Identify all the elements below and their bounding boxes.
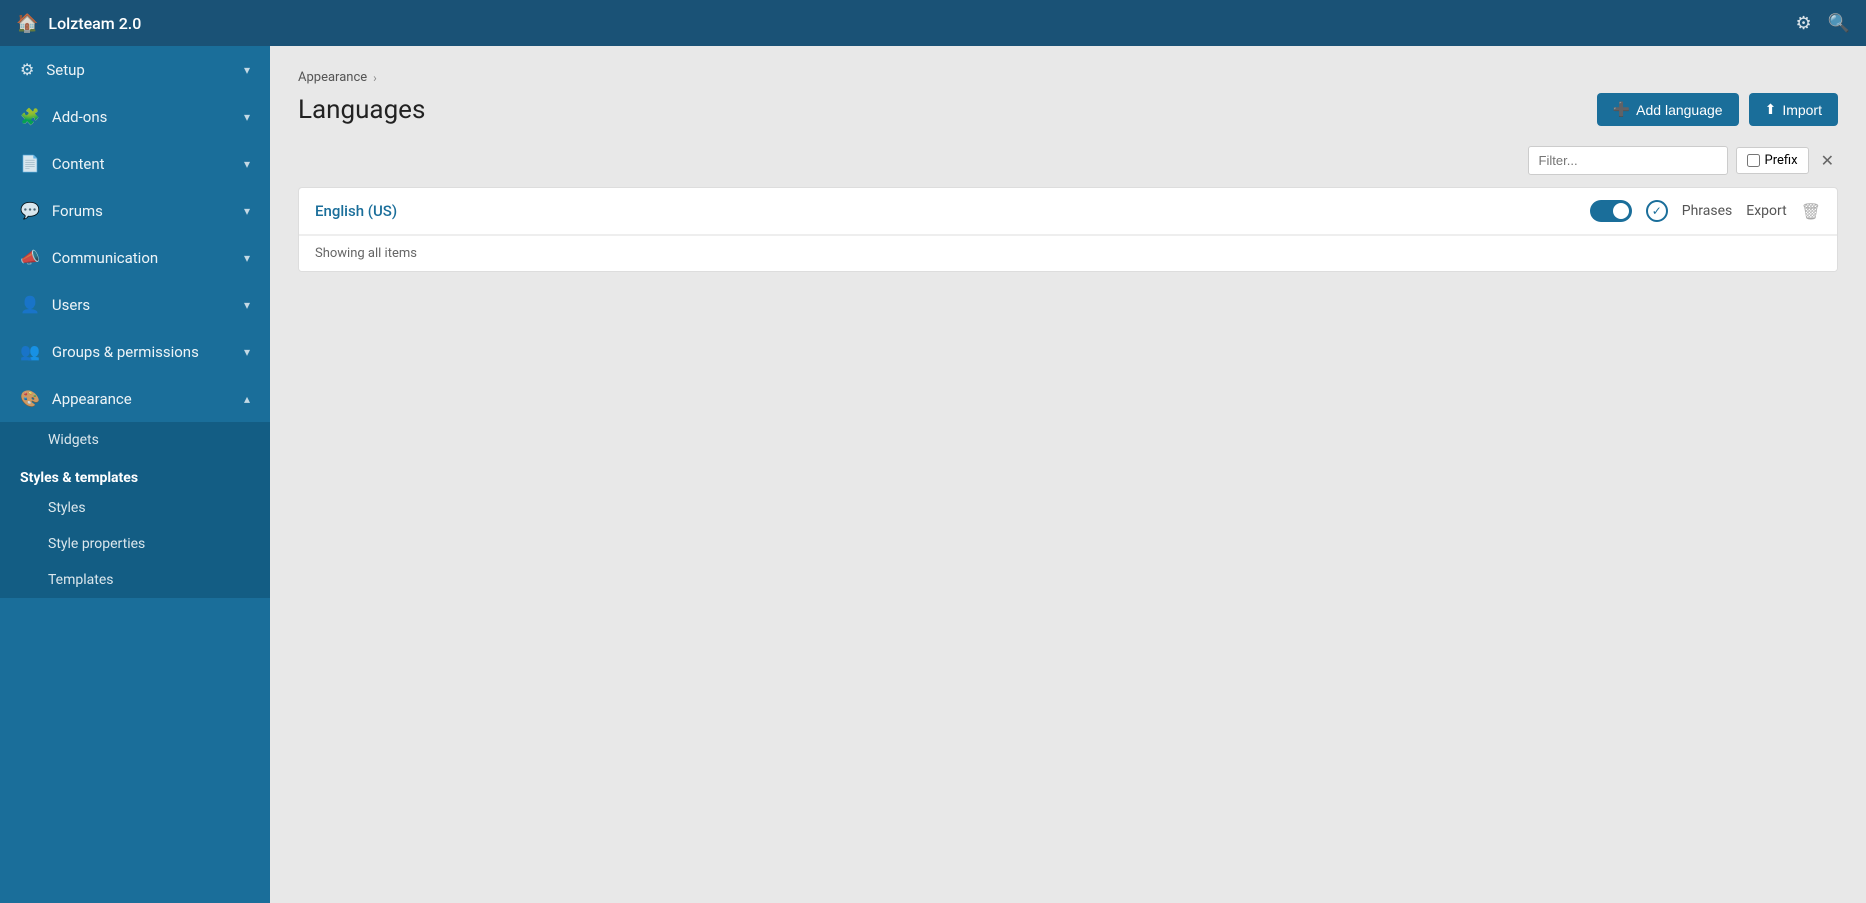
prefix-checkbox-wrap[interactable]: Prefix bbox=[1736, 147, 1809, 174]
language-toggle-en-us[interactable] bbox=[1590, 200, 1632, 222]
chevron-content: ▾ bbox=[244, 157, 250, 171]
add-language-button[interactable]: ➕ Add language bbox=[1597, 93, 1739, 126]
language-export-link[interactable]: Export bbox=[1746, 203, 1786, 219]
table-row: English (US) ✓ Phrases Export bbox=[299, 188, 1837, 235]
filter-bar: Prefix ✕ bbox=[298, 146, 1838, 175]
header-actions: ➕ Add language ⬆ Import bbox=[1597, 93, 1838, 126]
topbar-left: 🏠 Lolzteam 2.0 bbox=[16, 13, 141, 34]
topbar: 🏠 Lolzteam 2.0 ⚙ 🔍 bbox=[0, 0, 1866, 46]
import-icon: ⬆ bbox=[1765, 101, 1777, 118]
groups-icon: 👥 bbox=[20, 342, 40, 361]
language-default-check[interactable]: ✓ bbox=[1646, 200, 1668, 222]
search-icon[interactable]: 🔍 bbox=[1828, 13, 1850, 34]
main-layout: ⚙ Setup ▾ 🧩 Add-ons ▾ 📄 Content ▾ 💬 bbox=[0, 46, 1866, 903]
sidebar-label-communication: Communication bbox=[52, 249, 158, 267]
sidebar-label-content: Content bbox=[52, 155, 105, 173]
showing-all-items-label: Showing all items bbox=[299, 235, 1837, 271]
chevron-users: ▾ bbox=[244, 298, 250, 312]
main-content: Appearance › Languages ➕ Add language ⬆ … bbox=[270, 46, 1866, 903]
sidebar-item-content[interactable]: 📄 Content ▾ bbox=[0, 140, 270, 187]
prefix-checkbox[interactable] bbox=[1747, 154, 1760, 167]
setup-icon: ⚙ bbox=[20, 60, 34, 79]
chevron-setup: ▾ bbox=[244, 63, 250, 77]
sidebar-item-addons[interactable]: 🧩 Add-ons ▾ bbox=[0, 93, 270, 140]
chevron-communication: ▾ bbox=[244, 251, 250, 265]
chevron-groups: ▾ bbox=[244, 345, 250, 359]
addons-icon: 🧩 bbox=[20, 107, 40, 126]
sidebar-sub-item-style-properties[interactable]: Style properties bbox=[0, 526, 270, 562]
sidebar-item-communication[interactable]: 📣 Communication ▾ bbox=[0, 234, 270, 281]
app-title: Lolzteam 2.0 bbox=[48, 14, 141, 33]
sidebar-sub-section-styles-templates: Styles & templates bbox=[0, 458, 270, 490]
sidebar-item-users[interactable]: 👤 Users ▾ bbox=[0, 281, 270, 328]
sidebar-item-forums[interactable]: 💬 Forums ▾ bbox=[0, 187, 270, 234]
chevron-addons: ▾ bbox=[244, 110, 250, 124]
import-button[interactable]: ⬆ Import bbox=[1749, 93, 1838, 126]
chevron-forums: ▾ bbox=[244, 204, 250, 218]
sidebar: ⚙ Setup ▾ 🧩 Add-ons ▾ 📄 Content ▾ 💬 bbox=[0, 46, 270, 903]
page-header: Languages ➕ Add language ⬆ Import bbox=[298, 93, 1838, 126]
language-name-en-us[interactable]: English (US) bbox=[315, 202, 1578, 220]
sidebar-label-setup: Setup bbox=[46, 61, 84, 79]
sidebar-label-appearance: Appearance bbox=[52, 390, 132, 408]
home-icon[interactable]: 🏠 bbox=[16, 13, 38, 34]
breadcrumb-separator: › bbox=[373, 71, 377, 85]
language-phrases-link[interactable]: Phrases bbox=[1682, 203, 1733, 219]
communication-icon: 📣 bbox=[20, 248, 40, 267]
settings-icon[interactable]: ⚙ bbox=[1795, 13, 1811, 34]
sidebar-label-users: Users bbox=[52, 296, 90, 314]
filter-clear-button[interactable]: ✕ bbox=[1817, 151, 1838, 171]
content-icon: 📄 bbox=[20, 154, 40, 173]
sidebar-sub-item-styles[interactable]: Styles bbox=[0, 490, 270, 526]
appearance-submenu: Widgets Styles & templates Styles Style … bbox=[0, 422, 270, 598]
appearance-icon: 🎨 bbox=[20, 389, 40, 408]
prefix-label: Prefix bbox=[1765, 153, 1798, 168]
sidebar-item-groups[interactable]: 👥 Groups & permissions ▾ bbox=[0, 328, 270, 375]
sidebar-label-groups: Groups & permissions bbox=[52, 343, 199, 361]
toggle-slider bbox=[1590, 200, 1632, 222]
forums-icon: 💬 bbox=[20, 201, 40, 220]
sidebar-label-forums: Forums bbox=[52, 202, 103, 220]
breadcrumb-parent[interactable]: Appearance bbox=[298, 70, 367, 85]
language-delete-button[interactable]: 🗑 bbox=[1801, 202, 1821, 221]
page-title: Languages bbox=[298, 95, 425, 125]
lang-row-actions: ✓ Phrases Export 🗑 bbox=[1590, 200, 1821, 222]
breadcrumb: Appearance › bbox=[298, 70, 1838, 85]
chevron-appearance: ▴ bbox=[244, 392, 250, 406]
sidebar-item-setup[interactable]: ⚙ Setup ▾ bbox=[0, 46, 270, 93]
check-icon: ✓ bbox=[1652, 204, 1662, 218]
sidebar-item-appearance[interactable]: 🎨 Appearance ▴ bbox=[0, 375, 270, 422]
sidebar-sub-item-templates[interactable]: Templates bbox=[0, 562, 270, 598]
sidebar-label-addons: Add-ons bbox=[52, 108, 107, 126]
add-language-icon: ➕ bbox=[1613, 101, 1630, 118]
topbar-right: ⚙ 🔍 bbox=[1795, 13, 1850, 34]
filter-input-wrap bbox=[1528, 146, 1728, 175]
filter-input[interactable] bbox=[1528, 146, 1728, 175]
sidebar-sub-item-widgets[interactable]: Widgets bbox=[0, 422, 270, 458]
users-icon: 👤 bbox=[20, 295, 40, 314]
languages-table: English (US) ✓ Phrases Export bbox=[298, 187, 1838, 272]
